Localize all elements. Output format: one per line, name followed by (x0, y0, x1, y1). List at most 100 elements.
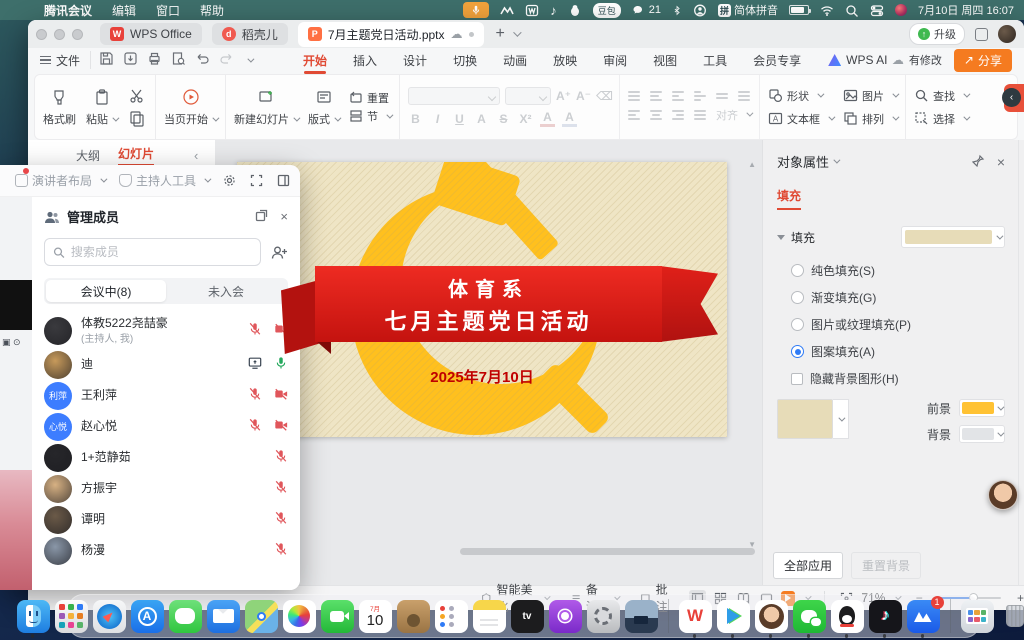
dock-appstore[interactable]: A (131, 600, 164, 633)
shadow-button[interactable]: A (474, 112, 489, 126)
battery-icon[interactable] (789, 5, 809, 15)
dock-meeting-avatar[interactable] (755, 600, 788, 633)
member-search-box[interactable] (44, 238, 261, 266)
wifi-icon[interactable] (820, 4, 834, 17)
justify-button[interactable] (694, 110, 706, 120)
dock-calendar[interactable]: 7月10 (359, 600, 392, 633)
hide-background-checkbox[interactable]: 隐藏背景图形(H) (777, 370, 1018, 387)
doubao-menubar-icon[interactable]: 豆包 (593, 3, 621, 18)
insert-picture-button[interactable]: 图片 (843, 88, 897, 104)
dock-douyin[interactable]: ♪ (869, 600, 902, 633)
scroll-up-arrow-icon[interactable]: ▲ (748, 160, 756, 169)
popout-icon[interactable] (255, 209, 268, 222)
tab-slides[interactable]: 幻灯片 (118, 145, 154, 166)
share-button[interactable]: ↗ 分享 (954, 49, 1012, 72)
save-button[interactable] (99, 51, 114, 69)
ribbon-tab-设计[interactable]: 设计 (390, 49, 440, 72)
properties-chevron-icon[interactable] (833, 157, 840, 164)
dock-downloads[interactable] (961, 600, 994, 633)
wps-menubar-icon[interactable] (525, 4, 539, 17)
fill-color-dropdown[interactable] (901, 226, 1005, 248)
control-center-icon[interactable] (870, 4, 884, 17)
upgrade-button[interactable]: ↑ 升级 (909, 23, 965, 45)
horizontal-scrollbar[interactable] (460, 548, 755, 555)
align-center-button[interactable] (650, 110, 662, 120)
dock-tencent-video[interactable] (717, 600, 750, 633)
settings-button[interactable] (223, 174, 236, 187)
fill-option-0[interactable]: 纯色填充(S) (791, 262, 1018, 279)
ribbon-tab-切换[interactable]: 切换 (440, 49, 490, 72)
section-collapse-triangle-icon[interactable] (777, 235, 785, 240)
dock-safari[interactable] (93, 600, 126, 633)
pattern-dropdown-button[interactable] (833, 399, 849, 439)
quick-access-chevron-icon[interactable] (247, 55, 254, 62)
redo-button[interactable] (219, 51, 234, 69)
ribbon-tab-工具[interactable]: 工具 (690, 49, 740, 72)
dock-tencent-meeting[interactable]: 1 (907, 600, 940, 633)
increase-font-button[interactable]: A⁺ (556, 89, 571, 103)
ribbon-tab-审阅[interactable]: 审阅 (590, 49, 640, 72)
menubar-menu-edit[interactable]: 编辑 (102, 2, 146, 19)
slide-layout-button[interactable]: 版式 (308, 87, 339, 127)
cut-button[interactable] (127, 86, 147, 106)
maximize-window-button[interactable] (72, 29, 83, 40)
bluetooth-icon[interactable] (672, 4, 682, 17)
align-objects-button[interactable]: 对齐 (716, 107, 751, 123)
ribbon-tab-插入[interactable]: 插入 (340, 49, 390, 72)
member-row[interactable]: 谭明 (44, 504, 288, 535)
clear-format-button[interactable]: ⌫ (596, 89, 611, 103)
dock-notes[interactable] (473, 600, 506, 633)
add-member-icon[interactable] (271, 245, 288, 260)
dock-podcasts[interactable] (549, 600, 582, 633)
font-family-select[interactable] (408, 87, 500, 105)
new-slide-button[interactable]: 新建幻灯片 (234, 87, 298, 127)
side-panel-icon[interactable] (277, 174, 290, 187)
font-size-select[interactable] (505, 87, 551, 105)
reset-background-button[interactable]: 重置背景 (851, 552, 921, 579)
align-left-button[interactable] (628, 110, 640, 120)
spotlight-search-icon[interactable] (845, 4, 859, 17)
tab-document[interactable]: P 7月主题党日活动.pptx ☁ (298, 22, 484, 47)
speaker-layout-button[interactable]: 演讲者布局 (15, 172, 105, 189)
find-button[interactable]: 查找 (914, 88, 968, 104)
fill-option-2[interactable]: 图片或纹理填充(P) (791, 316, 1018, 333)
align-right-button[interactable] (672, 110, 684, 120)
tab-docer[interactable]: d 稻壳儿 (212, 23, 288, 45)
numbered-list-button[interactable] (650, 91, 662, 101)
print-button[interactable] (147, 51, 162, 69)
pattern-preview-swatch[interactable] (777, 399, 833, 439)
member-row[interactable]: 方振宇 (44, 473, 288, 504)
member-row[interactable]: 心悦赵心悦 (44, 411, 288, 442)
qq-menubar-icon[interactable] (568, 4, 582, 17)
line-spacing-button[interactable] (738, 91, 750, 101)
fill-tab[interactable]: 填充 (777, 187, 801, 210)
siri-icon[interactable] (895, 4, 907, 16)
close-window-button[interactable] (36, 29, 47, 40)
menubar-menu-window[interactable]: 窗口 (146, 2, 190, 19)
meeting-menubar-icon[interactable] (500, 4, 514, 17)
dock-messages[interactable] (169, 600, 202, 633)
mic-status-icon[interactable] (463, 2, 489, 18)
input-method-indicator[interactable]: 拼简体拼音 (718, 2, 778, 18)
user-menubar-icon[interactable] (693, 4, 707, 17)
member-search-input[interactable] (71, 245, 252, 259)
host-tools-button[interactable]: 主持人工具 (119, 172, 209, 189)
export-button[interactable] (123, 51, 138, 69)
dock-qq[interactable] (831, 600, 864, 633)
decrease-font-button[interactable]: A⁻ (576, 89, 591, 103)
menubar-app-name[interactable]: 腾讯会议 (34, 2, 102, 19)
close-properties-icon[interactable]: × (997, 154, 1005, 170)
dock-mail[interactable] (207, 600, 240, 633)
bullet-list-button[interactable] (628, 91, 640, 101)
member-row[interactable]: 1+范静茹 (44, 442, 288, 473)
minimize-window-button[interactable] (54, 29, 65, 40)
tab-outline[interactable]: 大纲 (76, 147, 100, 164)
slide-date-text[interactable]: 2025年7月10日 (237, 366, 727, 387)
dock-wps[interactable]: W (679, 600, 712, 633)
dock-maps[interactable] (245, 600, 278, 633)
undo-button[interactable] (195, 51, 210, 69)
collapse-side-button[interactable]: ‹ (1002, 88, 1021, 107)
increase-indent-button[interactable] (694, 91, 706, 101)
collapse-panel-chevron-icon[interactable]: ‹ (194, 148, 198, 163)
background-color-dropdown[interactable] (959, 425, 1005, 443)
